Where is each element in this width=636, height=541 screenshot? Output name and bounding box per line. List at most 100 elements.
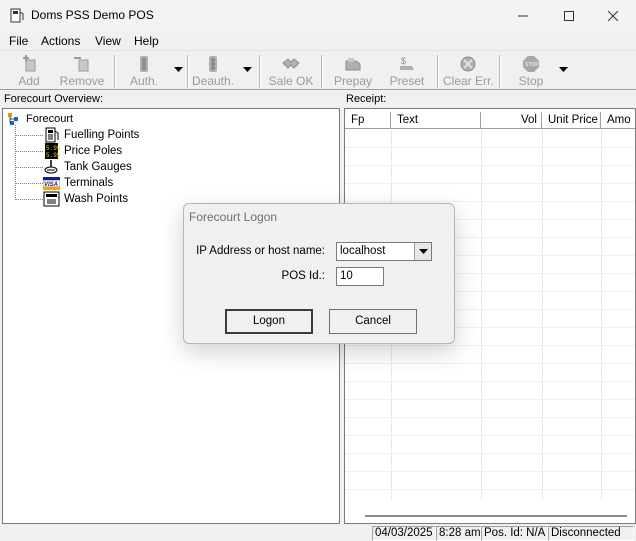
- grid-line: [345, 201, 635, 202]
- tree-item-price-poles[interactable]: 5.95 5.95 Price Poles: [43, 143, 122, 159]
- column-header-amount[interactable]: Amo: [601, 112, 635, 129]
- tree-root-label: Forecourt: [26, 113, 74, 125]
- forecourt-logon-dialog[interactable]: Forecourt Logon IP Address or host name:…: [183, 203, 455, 344]
- clear-error-button[interactable]: Clear Err.: [443, 54, 494, 89]
- card-terminal-icon: VISA: [43, 177, 60, 190]
- tree-item-terminals[interactable]: VISA Terminals: [43, 175, 113, 191]
- toolbar-separator: [187, 55, 189, 88]
- svg-text:$: $: [401, 56, 406, 66]
- cancel-button[interactable]: Cancel: [329, 309, 417, 334]
- grid-line: [345, 165, 635, 166]
- menu-bar: File Actions View Help: [0, 31, 636, 51]
- status-connection: Disconnected: [548, 526, 634, 541]
- tree-item-label: Terminals: [64, 177, 114, 189]
- deauth-label: Deauth.: [191, 74, 235, 88]
- menu-file[interactable]: File: [9, 34, 28, 48]
- clear-error-icon: [460, 56, 476, 72]
- deauth-button[interactable]: Deauth.: [190, 54, 236, 89]
- svg-text:5.95: 5.95: [46, 152, 60, 159]
- pos-id-label: POS Id.:: [281, 270, 325, 282]
- tree-item-fuelling-points[interactable]: Fuelling Points: [43, 127, 139, 143]
- column-header-fp[interactable]: Fp: [345, 112, 391, 129]
- receipt-header: Receipt:: [342, 91, 636, 107]
- column-header-vol[interactable]: Vol: [481, 112, 542, 129]
- prepay-label: Prepay: [333, 74, 373, 88]
- grid-line: [345, 183, 635, 184]
- price-pole-icon: 5.955.95: [45, 143, 60, 159]
- maximize-icon: [564, 10, 574, 21]
- toolbar-separator: [499, 55, 501, 88]
- maximize-button[interactable]: [546, 0, 592, 31]
- menu-actions[interactable]: Actions: [41, 34, 80, 48]
- tree-connector: [15, 125, 16, 200]
- traffic-light-icon: [209, 56, 217, 72]
- preset-icon: $: [400, 56, 414, 70]
- close-button[interactable]: [590, 0, 636, 31]
- grid-line: [345, 399, 635, 400]
- close-icon: [608, 10, 618, 21]
- forecourt-network-icon: [8, 113, 18, 125]
- minimize-button[interactable]: [500, 0, 546, 31]
- grid-line: [345, 363, 635, 364]
- handshake-icon: [282, 58, 300, 69]
- minimize-icon: [518, 15, 528, 16]
- status-pos-id: Pos. Id: N/A: [481, 526, 548, 541]
- auth-button[interactable]: Auth.: [122, 54, 166, 89]
- add-button[interactable]: Add: [8, 54, 50, 89]
- tree-connector: [15, 167, 43, 168]
- grid-line: [345, 435, 635, 436]
- stop-button[interactable]: STOP Stop: [511, 54, 551, 89]
- grid-line: [601, 130, 602, 500]
- grid-line: [345, 345, 635, 346]
- dialog-title: Forecourt Logon: [189, 210, 278, 224]
- traffic-light-icon: [140, 56, 148, 72]
- menu-view[interactable]: View: [95, 34, 121, 48]
- window-title: Doms PSS Demo POS: [31, 8, 154, 22]
- clear-error-label: Clear Err.: [443, 74, 494, 88]
- host-dropdown-button[interactable]: [414, 243, 431, 260]
- tree-connector: [15, 151, 43, 152]
- auth-dropdown-icon[interactable]: [174, 67, 183, 73]
- tree-item-label: Wash Points: [64, 193, 129, 205]
- stop-label: Stop: [518, 74, 544, 88]
- svg-text:5.95: 5.95: [46, 145, 60, 152]
- logon-button[interactable]: Logon: [225, 309, 313, 334]
- column-header-unit-price[interactable]: Unit Price: [542, 112, 601, 129]
- title-bar[interactable]: Doms PSS Demo POS: [0, 0, 636, 31]
- toolbar-separator: [321, 55, 323, 88]
- tree-item-label: Price Poles: [64, 145, 123, 157]
- prepay-icon: [345, 58, 361, 71]
- grid-line: [345, 471, 635, 472]
- pos-id-input[interactable]: 10: [336, 267, 384, 286]
- status-bar: 04/03/2025 8:28 am Pos. Id: N/A Disconne…: [0, 525, 636, 541]
- preset-label: Preset: [389, 74, 425, 88]
- horizontal-scrollbar[interactable]: [365, 515, 627, 517]
- tree-item-wash-points[interactable]: Wash Points: [43, 191, 128, 207]
- sale-ok-label: Sale OK: [268, 74, 314, 88]
- host-label: IP Address or host name:: [196, 245, 325, 257]
- tree-item-label: Tank Gauges: [64, 161, 132, 173]
- remove-label: Remove: [59, 74, 105, 88]
- tree-item-tank-gauges[interactable]: Tank Gauges: [43, 159, 132, 175]
- prepay-button[interactable]: Prepay: [330, 54, 376, 89]
- stop-icon: STOP: [523, 56, 539, 72]
- auth-label: Auth.: [129, 74, 159, 88]
- tank-gauge-icon: [44, 160, 58, 174]
- grid-line: [481, 130, 482, 500]
- grid-line: [345, 381, 635, 382]
- status-time: 8:28 am: [436, 526, 481, 541]
- grid-line: [345, 417, 635, 418]
- tree-connector: [15, 183, 43, 184]
- column-header-text[interactable]: Text: [391, 112, 481, 129]
- deauth-dropdown-icon[interactable]: [243, 67, 252, 73]
- tree-root-forecourt[interactable]: Forecourt: [7, 112, 73, 126]
- remove-icon: [74, 57, 89, 72]
- host-select[interactable]: localhost: [336, 242, 432, 261]
- tree-item-label: Fuelling Points: [64, 129, 140, 141]
- menu-help[interactable]: Help: [134, 34, 159, 48]
- preset-button[interactable]: $ Preset: [386, 54, 428, 89]
- sale-ok-button[interactable]: Sale OK: [266, 54, 316, 89]
- remove-button[interactable]: Remove: [56, 54, 108, 89]
- stop-dropdown-icon[interactable]: [559, 67, 568, 73]
- fuel-pump-icon: [45, 127, 59, 143]
